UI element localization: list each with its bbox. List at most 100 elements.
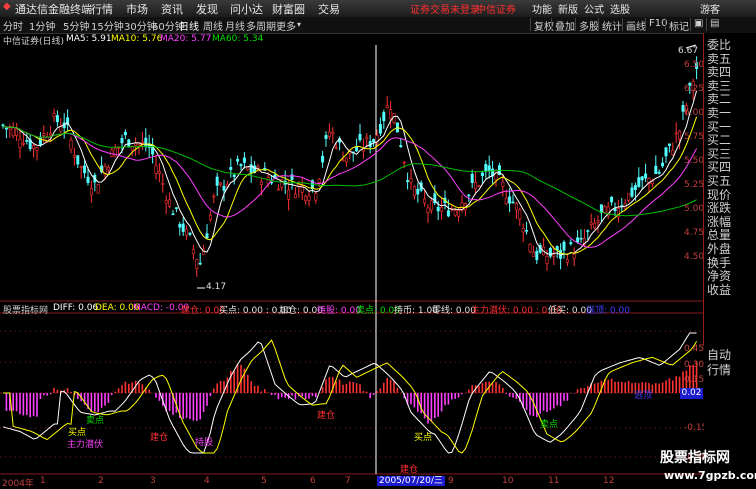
- candle-body: [276, 188, 280, 191]
- period-multi[interactable]: 多周期: [246, 18, 276, 33]
- period-1min[interactable]: 1分钟: [29, 18, 55, 33]
- broker-name[interactable]: 中信证券: [476, 1, 516, 16]
- more-arrow-icon[interactable]: ▾: [297, 20, 301, 29]
- menu-caifuquan[interactable]: 财富圈: [272, 1, 305, 17]
- tool-tongji[interactable]: 统计: [598, 18, 622, 33]
- candle-body: [644, 173, 648, 179]
- candle-body: [664, 147, 668, 157]
- period-more[interactable]: 更多: [276, 18, 296, 33]
- candle-body: [324, 135, 328, 139]
- candle-body: [219, 182, 223, 185]
- candle-body: [317, 178, 321, 183]
- candle-body: [239, 164, 243, 167]
- candle-body: [640, 176, 644, 181]
- period-15min[interactable]: 15分钟: [91, 18, 124, 33]
- pin-icon[interactable]: ▣: [690, 18, 703, 31]
- candle-body: [474, 181, 478, 190]
- candle-body: [586, 230, 590, 232]
- candle-body: [426, 207, 430, 213]
- month-tick: 5: [261, 476, 267, 486]
- candle-body: [49, 133, 53, 136]
- price-tick: 6.25: [684, 84, 705, 94]
- signal-label: 建仓: [400, 465, 419, 475]
- macd-tick: 0.15: [684, 375, 705, 385]
- period-daily[interactable]: 日线: [179, 18, 199, 33]
- candle-body: [191, 248, 195, 255]
- candle-body: [457, 209, 461, 217]
- right-panel-toggle-icon[interactable]: ▤: [706, 18, 719, 31]
- ma60-line: [2, 125, 697, 217]
- high-price-label: 6.67: [678, 46, 699, 56]
- menu-hangqing[interactable]: 行情: [91, 1, 113, 17]
- tool-diejia[interactable]: 叠加: [551, 18, 575, 33]
- menu-zixun[interactable]: 资讯: [161, 1, 183, 17]
- candle-body: [484, 164, 488, 172]
- month-tick: 3: [150, 476, 156, 486]
- signal-label: 卖点: [540, 420, 559, 430]
- candle-body: [161, 183, 165, 185]
- chart-area[interactable]: [0, 33, 703, 476]
- menu-guest[interactable]: 游客: [700, 1, 720, 16]
- candle-body: [178, 224, 182, 228]
- candle-body: [42, 133, 46, 136]
- watermark: 股票指标网 www.7gpzb.com: [660, 447, 756, 487]
- candle-body: [667, 143, 671, 147]
- signal-label: 卖点: [86, 416, 105, 426]
- candle-body: [525, 229, 529, 232]
- menu-jiaoyi[interactable]: 交易: [318, 1, 340, 17]
- candle-body: [406, 180, 410, 183]
- candle-body: [134, 143, 138, 146]
- menu-gongshi[interactable]: 公式: [584, 1, 604, 16]
- candle-body: [32, 145, 36, 150]
- menu-faxian[interactable]: 发现: [196, 1, 218, 17]
- price-tick: 4.50: [684, 252, 705, 262]
- candle-body: [593, 222, 597, 229]
- candle-body: [627, 193, 631, 201]
- candle-body: [293, 193, 297, 198]
- price-tick: 6.50: [684, 60, 705, 70]
- candle-body: [188, 232, 192, 235]
- tool-huaxian[interactable]: 画线: [622, 18, 646, 33]
- signal-label: 建仓: [317, 411, 336, 421]
- menu-xinban[interactable]: 新版: [558, 1, 578, 16]
- candle-body: [334, 146, 338, 149]
- tool-duogu[interactable]: 多股: [575, 18, 599, 33]
- login-notice[interactable]: 证券交易未登录: [410, 1, 480, 16]
- candle-body: [511, 201, 515, 204]
- candle-body: [572, 254, 576, 259]
- candle-body: [144, 137, 148, 148]
- period-fenshi[interactable]: 分时: [3, 18, 23, 33]
- candle-body: [236, 158, 240, 162]
- price-tick: 6.00: [684, 108, 705, 118]
- candle-body: [535, 250, 539, 260]
- menu-wenxiaoda[interactable]: 问小达: [230, 1, 263, 17]
- tool-biaoji[interactable]: 标记: [665, 18, 689, 33]
- period-weekly[interactable]: 周线: [203, 18, 223, 33]
- candle-body: [429, 200, 433, 211]
- indicator-name[interactable]: 股票指标网: [3, 303, 48, 316]
- candle-body: [409, 178, 413, 183]
- menu-xuangu[interactable]: 选股: [610, 1, 630, 16]
- candles: [1, 56, 699, 277]
- period-monthly[interactable]: 月线: [225, 18, 245, 33]
- candle-body: [86, 176, 90, 183]
- quote-label[interactable]: 行情: [707, 361, 731, 378]
- ma10-label: MA10: 5.76: [111, 34, 163, 44]
- candle-body: [157, 171, 161, 174]
- period-5min[interactable]: 5分钟: [63, 18, 89, 33]
- ma5-line: [2, 90, 698, 256]
- ma20-line: [2, 125, 698, 248]
- candle-body: [654, 165, 658, 175]
- candle-body: [416, 188, 420, 195]
- candle-body: [470, 173, 474, 183]
- candle-body: [304, 195, 308, 202]
- month-tick: 2: [98, 476, 104, 486]
- candle-body: [344, 157, 348, 163]
- candle-body: [637, 177, 641, 187]
- menu-gongneng[interactable]: 功能: [532, 1, 552, 16]
- candle-body: [569, 242, 573, 245]
- candle-body: [314, 193, 318, 201]
- candle-body: [96, 184, 100, 194]
- candle-body: [123, 131, 127, 136]
- menu-shichang[interactable]: 市场: [126, 1, 148, 17]
